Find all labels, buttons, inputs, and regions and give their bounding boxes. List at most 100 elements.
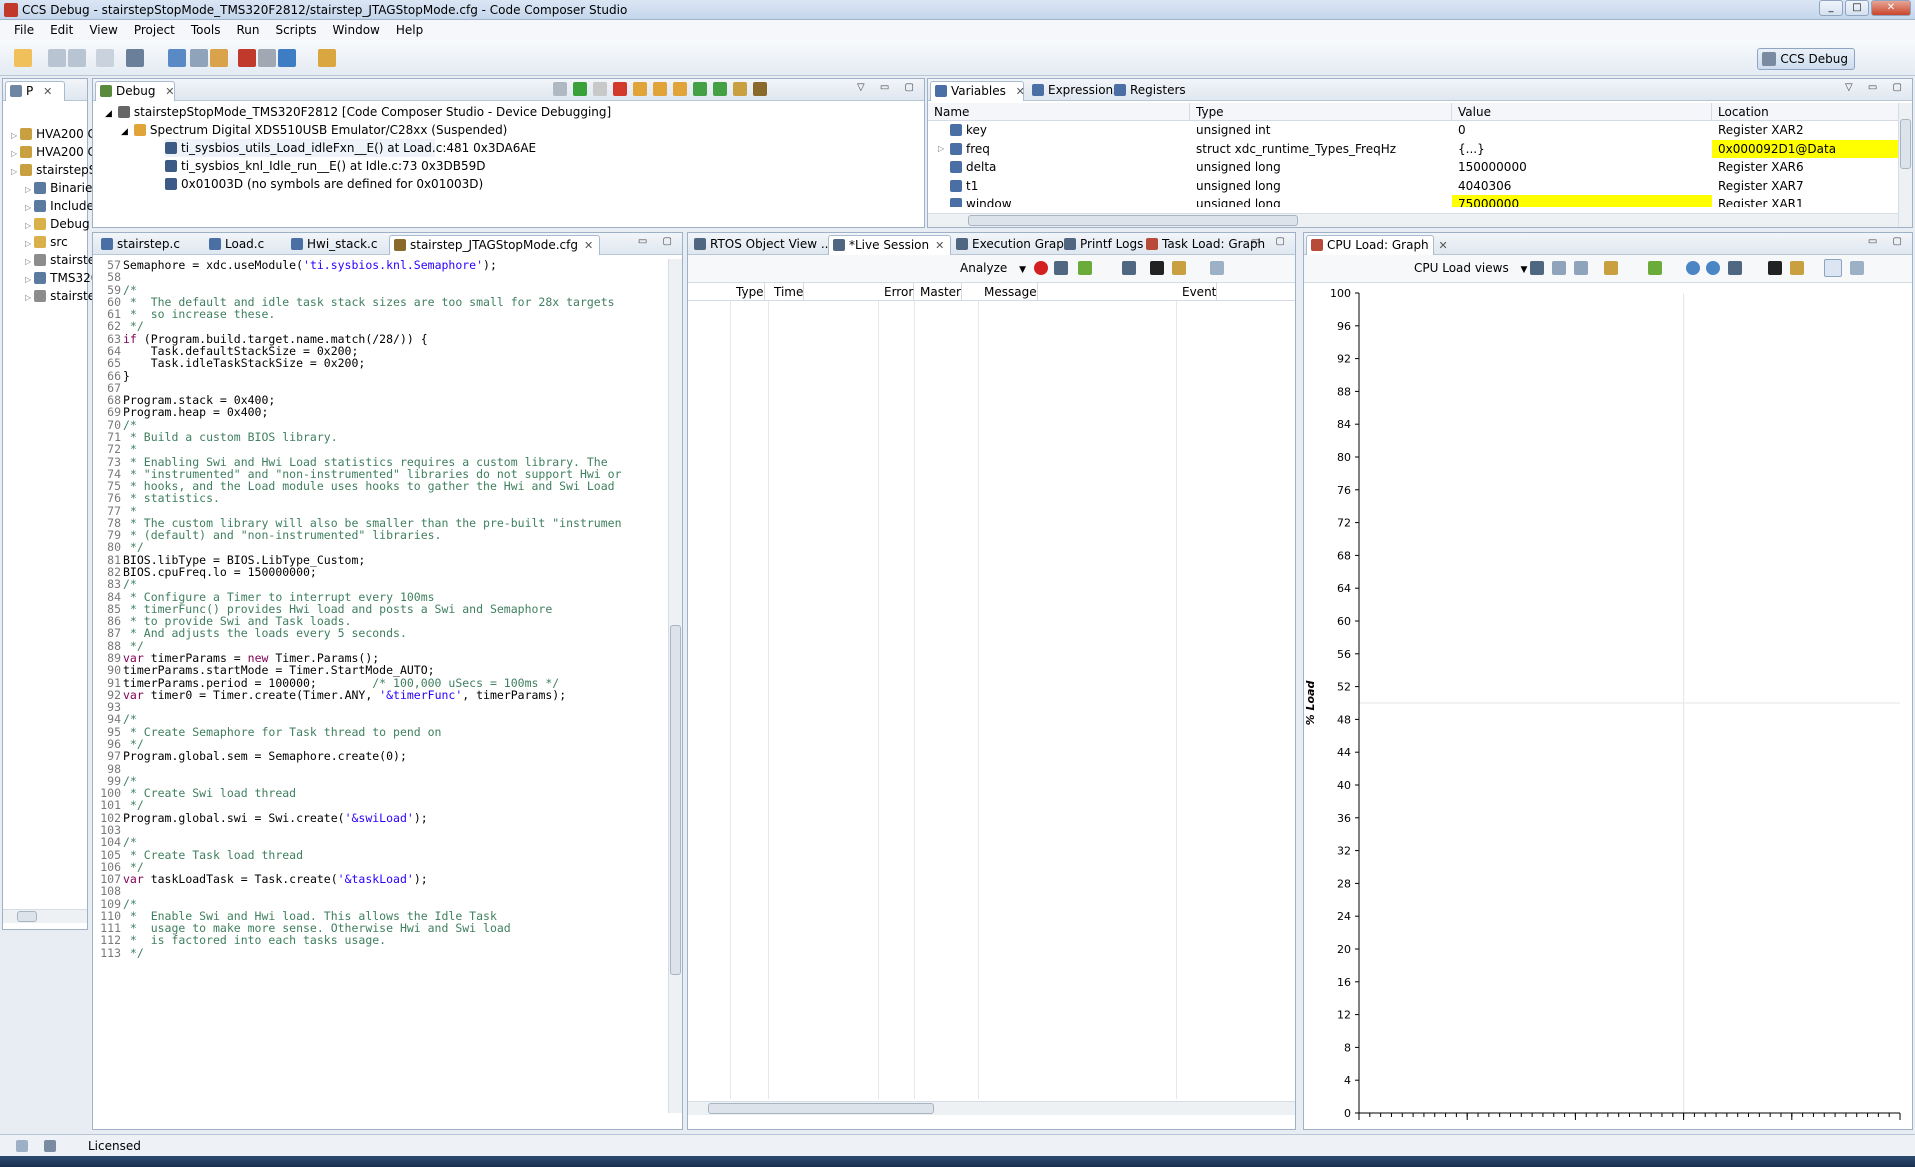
column-header-master[interactable]: Master [914,283,962,301]
step-into-icon[interactable] [633,82,647,96]
variable-value[interactable]: 75000000 [1452,195,1712,207]
project-item[interactable]: ▷ Debug [3,215,90,233]
tab-editor-file[interactable]: Load.c [205,235,270,255]
remove-terminated-icon[interactable] [553,82,567,96]
terminate-icon[interactable] [613,82,627,96]
code-line[interactable]: 82 BIOS.cpuFreq.lo = 150000000; [93,566,666,579]
find-icon[interactable] [1150,261,1164,275]
expand-icon[interactable]: ▷ [938,140,944,158]
save-icon[interactable] [48,49,66,67]
build-icon[interactable] [126,49,144,67]
tab-editor-file[interactable]: Hwi_stack.c [287,235,383,255]
align-icon[interactable] [1552,261,1566,275]
step-filter-icon[interactable] [190,49,208,67]
ccs-debug-perspective-button[interactable]: CCS Debug [1757,48,1855,70]
close-icon[interactable]: ✕ [1016,85,1025,98]
analyze-menu[interactable]: Analyze ▼ [960,261,1026,275]
maximize-button[interactable]: □ [1845,0,1869,16]
stack-frame-item[interactable]: ti_sysbios_utils_Load_idleFxn__E() at Lo… [165,139,536,157]
settings-icon[interactable] [1210,261,1224,275]
find-icon[interactable] [1768,261,1782,275]
variable-row[interactable]: key unsigned int 0 Register XAR2 [928,121,1898,139]
measure-icon[interactable] [1574,261,1588,275]
code-line[interactable]: 105 * Create Task load thread [93,848,666,861]
horizontal-scrollbar[interactable] [928,213,1898,227]
code-line[interactable]: 107 var taskLoadTask = Task.create('&task… [93,873,666,886]
variables-view-menu-icon[interactable]: ▽ ▭ ▢ [1845,82,1908,93]
menu-view[interactable]: View [81,23,125,37]
menu-edit[interactable]: Edit [42,23,81,37]
tab-live-session[interactable]: Execution Graph [952,235,1078,255]
tab-live-session[interactable]: RTOS Object View ... [690,235,838,255]
project-item[interactable]: ▷ Binaries [3,179,99,197]
project-item[interactable]: ▷ HVA200 Ca [3,143,103,161]
debug-icon[interactable] [210,49,228,67]
project-item[interactable]: ▷ stairste [3,251,95,269]
code-line[interactable]: 102 Program.global.swi = Swi.create('&swi… [93,811,666,824]
tab-live-session[interactable]: *Live Session ✕ [828,235,952,255]
step-return-icon[interactable] [673,82,687,96]
minimize-button[interactable]: _ [1819,0,1843,16]
variable-value[interactable]: {...} [1452,140,1712,158]
code-line[interactable]: 76 * statistics. [93,492,666,505]
menu-file[interactable]: File [6,23,42,37]
zoom-out-icon[interactable] [1706,261,1720,275]
debug-view-icon[interactable] [168,49,186,67]
close-icon[interactable]: ✕ [43,85,52,98]
code-line[interactable]: 71 * Build a custom BIOS library. [93,431,666,444]
close-icon[interactable]: ✕ [584,239,593,252]
column-header-time[interactable]: Time [768,283,805,301]
project-item[interactable]: ▷ stairste [3,287,95,305]
new-icon[interactable] [14,49,32,67]
variable-value[interactable]: 0 [1452,121,1712,139]
code-line[interactable]: 112 * is factored into each tasks usage. [93,934,666,947]
group-icon[interactable] [1790,261,1804,275]
code-line[interactable]: 87 * And adjusts the loads every 5 secon… [93,627,666,640]
code-editor[interactable]: 57 Semaphore = xdc.useModule('ti.sysbios.… [93,259,666,1111]
tab-variables[interactable]: Variables ✕ [930,81,1025,101]
assembly-step-icon[interactable] [693,82,707,96]
stack-frame-item[interactable]: 0x01003D (no symbols are defined for 0x0… [165,175,924,193]
debug-view-menu-icon[interactable]: ▽ ▭ ▢ [857,82,920,93]
code-line[interactable]: 100 * Create Swi load thread [93,787,666,800]
snapshot-icon[interactable] [1824,259,1842,277]
variable-row[interactable]: window unsigned long 75000000 Register XAR1 [928,195,1898,207]
code-line[interactable]: 103 [93,824,666,837]
column-header-error[interactable]: Error [878,283,915,301]
disconnect-icon[interactable] [258,49,276,67]
editor-view-menu-icon[interactable]: ▭ ▢ [638,236,678,247]
step-over-icon[interactable] [653,82,667,96]
zoom-in-icon[interactable] [1686,261,1700,275]
project-item[interactable]: ▷ TMS320 [3,269,98,287]
variable-row[interactable]: ▷ freq struct xdc_runtime_Types_FreqHz {...… [928,139,1898,158]
column-header-name[interactable]: Name [928,103,1190,121]
group-icon[interactable] [1172,261,1186,275]
column-header-type[interactable]: Type [730,283,765,301]
code-line[interactable]: 108 [93,885,666,898]
tab-live-session[interactable]: Task Load: Graph [1142,235,1271,255]
code-line[interactable]: 97 Program.global.sem = Semaphore.create(… [93,750,666,763]
code-line[interactable]: 66} [93,369,666,382]
zoom-fit-icon[interactable] [1728,261,1742,275]
variable-row[interactable]: delta unsigned long 150000000 Register XAR6 [928,158,1898,176]
project-item[interactable]: ▷ src [3,233,87,251]
menu-project[interactable]: Project [126,23,183,37]
connect-icon[interactable] [278,49,296,67]
debug-session-item[interactable]: ◢ stairstepStopMode_TMS320F2812 [Code Com… [93,103,924,121]
vertical-scrollbar[interactable] [668,259,682,1113]
debug-emulator-item[interactable]: ◢ Spectrum Digital XDS510USB Emulator/C28… [93,121,924,139]
code-line[interactable]: 95 * Create Semaphore for Task thread to… [93,725,666,738]
menu-tools[interactable]: Tools [183,23,229,37]
variable-value[interactable]: 4040306 [1452,177,1712,195]
reset-icon[interactable] [733,82,747,96]
column-header-event[interactable]: Event [1176,283,1218,301]
project-item[interactable]: ▷ Include [3,197,94,215]
tab-cpu-load-graph[interactable]: CPU Load: Graph ✕ [1306,235,1448,255]
cpu-view-menu-icon[interactable]: ▭ ▢ [1868,236,1908,247]
suspend-icon[interactable] [593,82,607,96]
menu-scripts[interactable]: Scripts [267,23,324,37]
code-line[interactable]: 113 */ [93,946,666,959]
variable-value[interactable]: 150000000 [1452,158,1712,176]
code-line[interactable]: 98 [93,762,666,775]
cpu-load-views-menu[interactable]: CPU Load views ▼ [1414,261,1527,275]
